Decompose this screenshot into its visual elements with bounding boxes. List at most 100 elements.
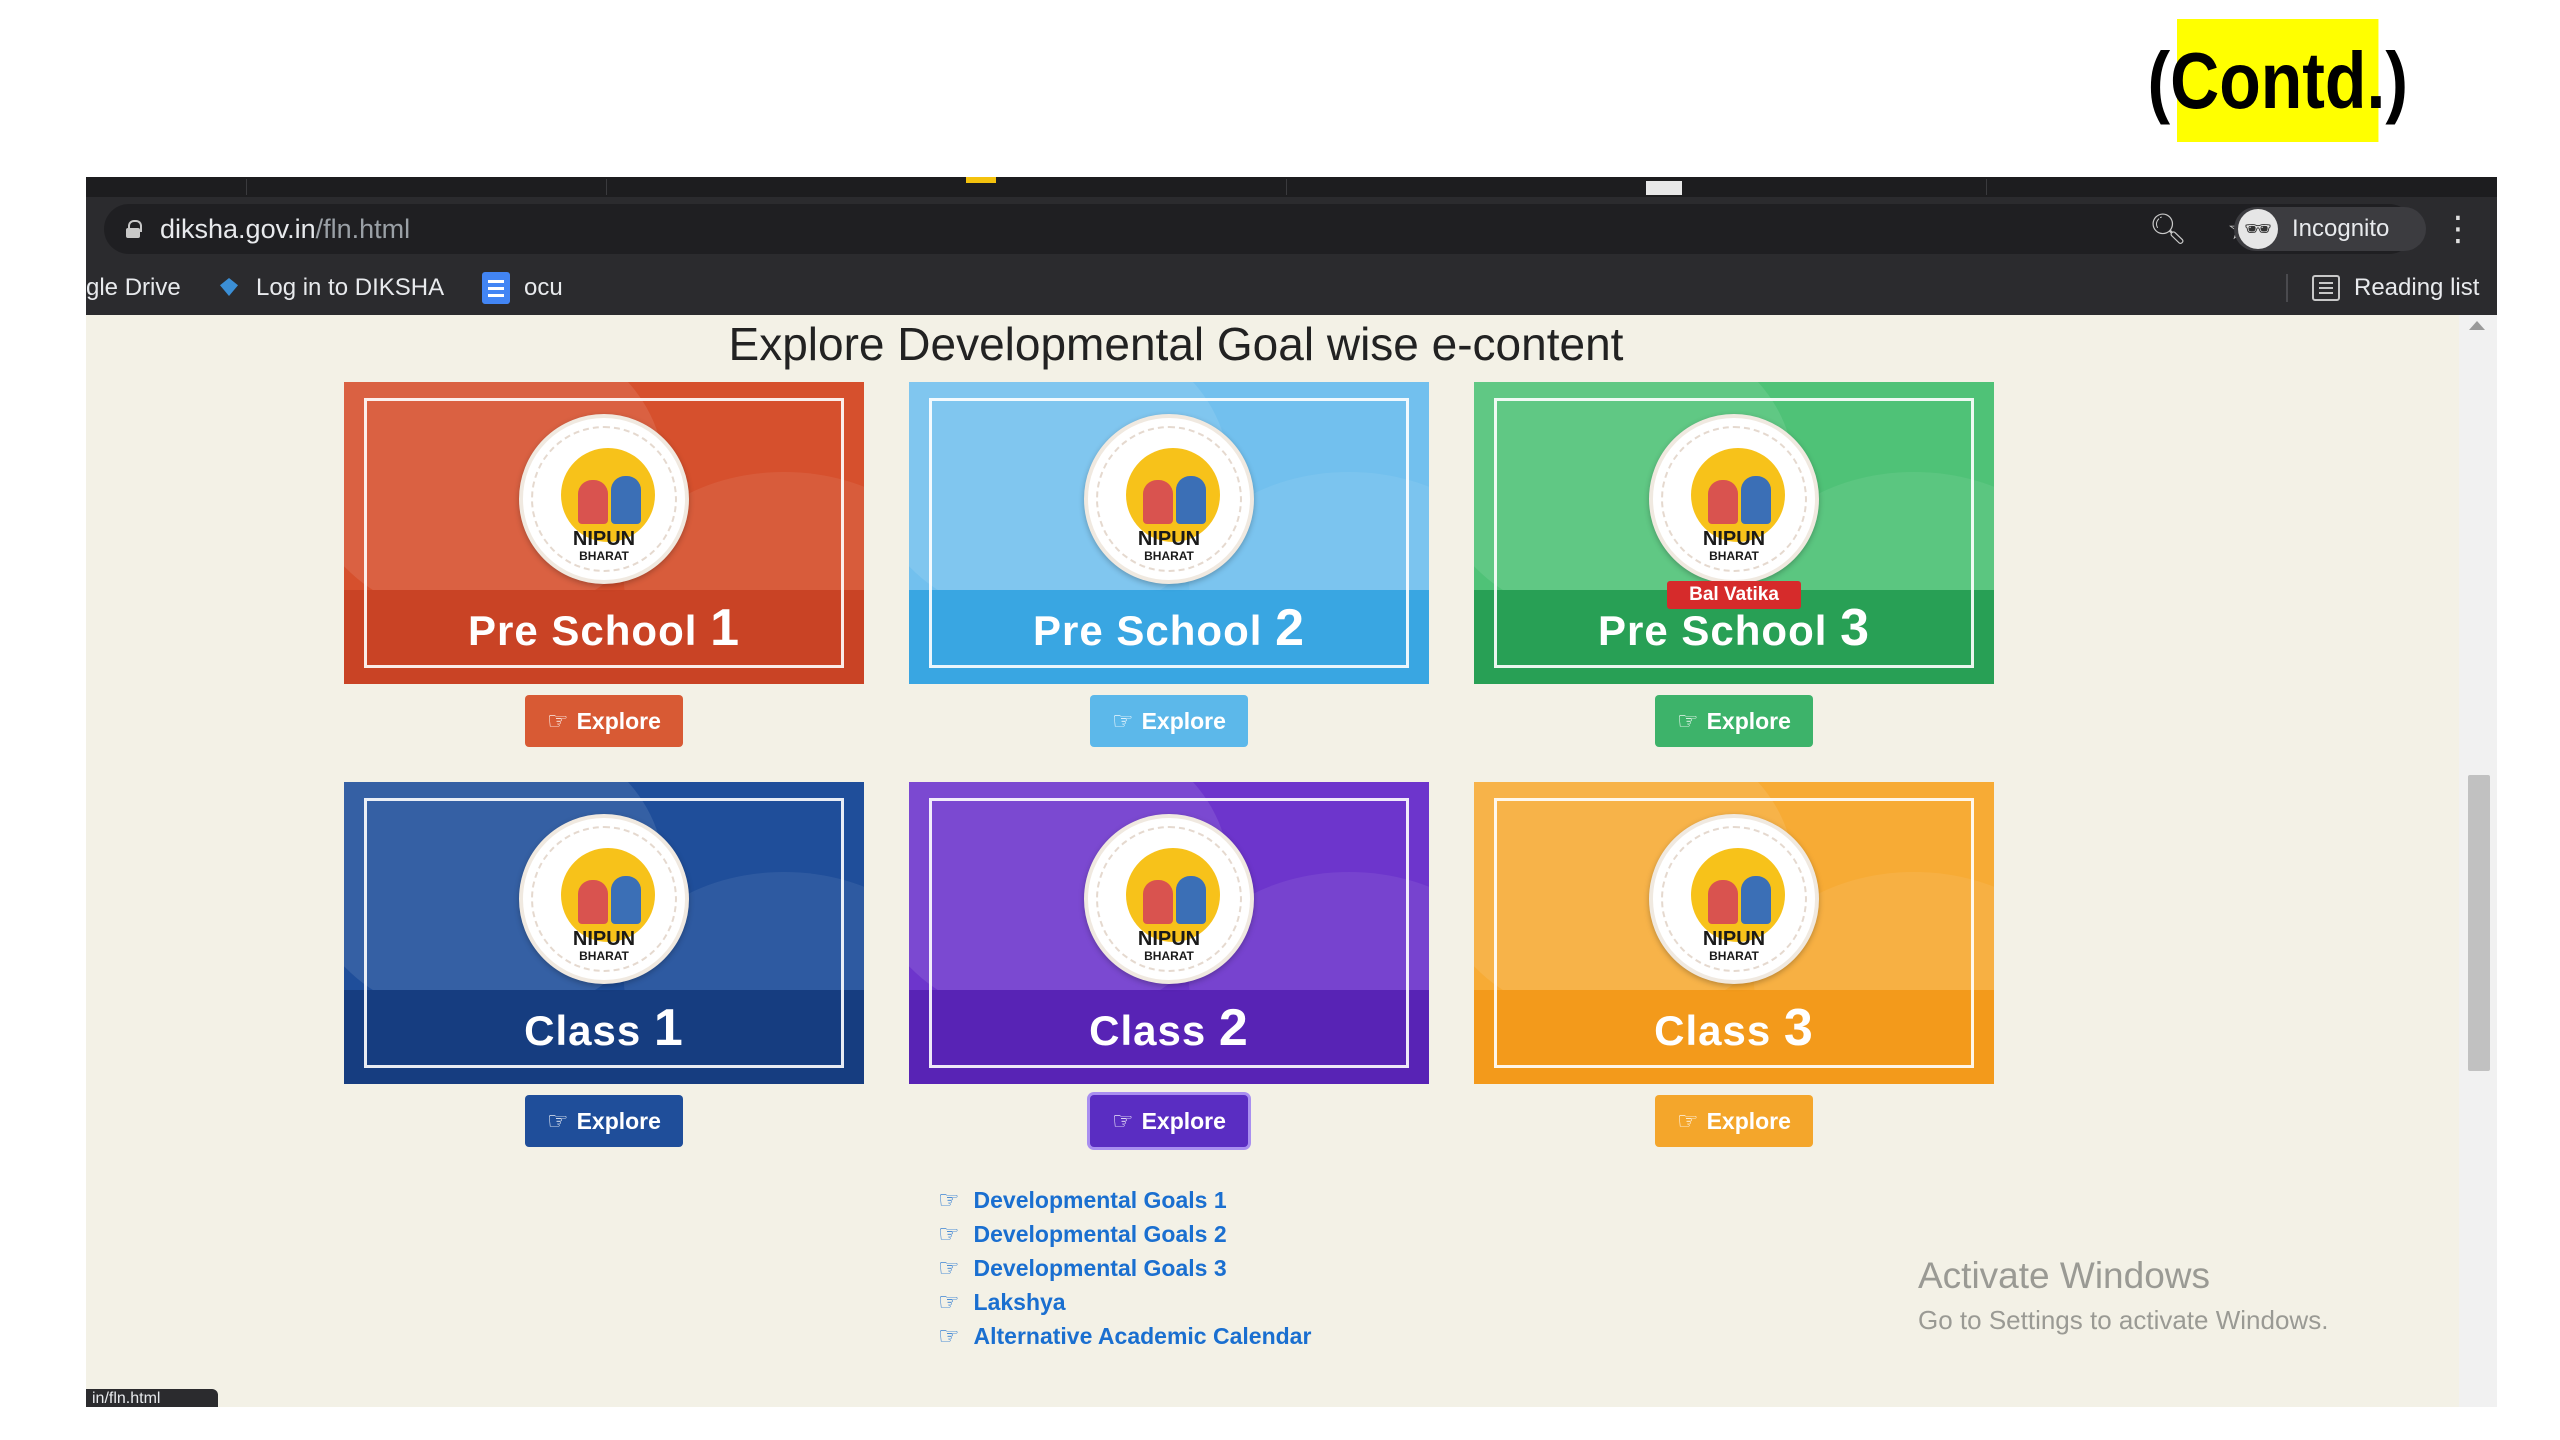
link-developmental-goals-2[interactable]: ☞ Developmental Goals 2 — [938, 1217, 1311, 1251]
tab-divider — [1286, 179, 1287, 195]
logo-child — [611, 876, 641, 924]
card-title-number: 1 — [653, 999, 684, 1057]
nipun-bharat-logo: NIPUN BHARAT — [519, 814, 689, 984]
explore-button-label: Explore — [1141, 1107, 1226, 1134]
card-title: Pre School 2 — [909, 598, 1429, 658]
link-developmental-goals-1[interactable]: ☞ Developmental Goals 1 — [938, 1183, 1311, 1217]
explore-button-class-2[interactable]: ☞ Explore — [1090, 1095, 1248, 1147]
logo-child — [1708, 880, 1738, 924]
card-pre-school-1[interactable]: NIPUN BHARAT Pre School 1 — [344, 382, 864, 684]
link-alternative-academic-calendar[interactable]: ☞ Alternative Academic Calendar — [938, 1319, 1311, 1353]
bookmarks-bar: gle Drive Log in to DIKSHA ocu Reading l… — [86, 261, 2497, 315]
hand-point-icon: ☞ — [1112, 707, 1134, 735]
bookmark-docs[interactable]: ocu — [482, 261, 563, 315]
logo-child — [1741, 476, 1771, 524]
explore-button-label: Explore — [1706, 1107, 1791, 1134]
hand-point-icon: ☞ — [938, 1186, 960, 1214]
card-class-1[interactable]: NIPUN BHARAT Class 1 — [344, 782, 864, 1084]
card-title-number: 2 — [1218, 999, 1249, 1057]
browser-window: diksha.gov.in/fln.html 🔍︎ ☆ 🕶︎ Incognito… — [86, 177, 2497, 1407]
logo-subtext: BHARAT — [1144, 949, 1194, 963]
nipun-bharat-logo: NIPUN BHARAT — [1084, 414, 1254, 584]
zoom-icon[interactable]: 🔍︎ — [2149, 212, 2187, 247]
card-title-text: Pre School — [1598, 607, 1828, 654]
logo-subtext: BHARAT — [579, 949, 629, 963]
card-title: Class 3 — [1474, 998, 1994, 1058]
card-title-number: 3 — [1783, 999, 1814, 1057]
card-title-text: Class — [524, 1007, 642, 1054]
tab-strip[interactable] — [86, 177, 2497, 197]
explore-button-pre-school-2[interactable]: ☞ Explore — [1090, 695, 1248, 747]
nipun-bharat-logo: NIPUN BHARAT — [1649, 414, 1819, 584]
tab-divider — [246, 179, 247, 195]
scroll-thumb[interactable] — [2468, 775, 2490, 1071]
link-developmental-goals-3[interactable]: ☞ Developmental Goals 3 — [938, 1251, 1311, 1285]
contd-label: (Contd.) — [2147, 19, 2408, 142]
bookmark-drive[interactable]: gle Drive — [86, 261, 181, 315]
logo-child — [1176, 476, 1206, 524]
bookmark-label: Log in to DIKSHA — [256, 274, 445, 301]
explore-button-class-3[interactable]: ☞ Explore — [1655, 1095, 1813, 1147]
logo-child — [1708, 480, 1738, 524]
hand-point-icon: ☞ — [1677, 707, 1699, 735]
hand-point-icon: ☞ — [938, 1220, 960, 1248]
active-tab[interactable] — [1646, 181, 1682, 195]
explore-button-label: Explore — [576, 1107, 661, 1134]
hand-point-icon: ☞ — [547, 707, 569, 735]
page-content: Explore Developmental Goal wise e-conten… — [86, 315, 2497, 1407]
reading-list-button[interactable]: Reading list — [2312, 261, 2479, 315]
logo-subtext: BHARAT — [1709, 949, 1759, 963]
incognito-profile-button[interactable]: 🕶︎ Incognito — [2234, 207, 2426, 251]
card-pre-school-3[interactable]: NIPUN BHARAT Bal Vatika Pre School 3 — [1474, 382, 1994, 684]
incognito-label: Incognito — [2292, 215, 2390, 242]
hand-point-icon: ☞ — [1677, 1107, 1699, 1135]
card-pre-school-2[interactable]: NIPUN BHARAT Pre School 2 — [909, 382, 1429, 684]
docs-icon — [482, 272, 510, 304]
explore-button-label: Explore — [576, 707, 661, 734]
explore-button-pre-school-3[interactable]: ☞ Explore — [1655, 695, 1813, 747]
status-url-preview: in/fln.html — [86, 1389, 218, 1407]
card-title-text: Pre School — [1033, 607, 1263, 654]
scroll-up-arrow-icon[interactable] — [2469, 321, 2485, 330]
reading-list-icon — [2312, 275, 2340, 301]
card-title-text: Class — [1089, 1007, 1207, 1054]
hand-point-icon: ☞ — [938, 1254, 960, 1282]
incognito-icon: 🕶︎ — [2238, 209, 2278, 249]
logo-child — [1176, 876, 1206, 924]
bookmark-diksha[interactable]: Log in to DIKSHA — [216, 261, 444, 315]
logo-child — [578, 880, 608, 924]
activate-windows-watermark: Activate Windows Go to Settings to activ… — [1918, 1255, 2328, 1336]
card-title: Class 2 — [909, 998, 1429, 1058]
card-title: Pre School 1 — [344, 598, 864, 658]
url-host: diksha.gov.in — [160, 213, 316, 244]
logo-child — [1741, 876, 1771, 924]
logo-child — [578, 480, 608, 524]
logo-text: NIPUN — [572, 528, 636, 550]
tab-divider — [606, 179, 607, 195]
lock-icon[interactable] — [126, 220, 142, 238]
card-class-3[interactable]: NIPUN BHARAT Class 3 — [1474, 782, 1994, 1084]
hand-point-icon: ☞ — [1112, 1107, 1134, 1135]
explore-button-pre-school-1[interactable]: ☞ Explore — [525, 695, 683, 747]
card-title: Class 1 — [344, 998, 864, 1058]
nipun-bharat-logo: NIPUN BHARAT — [1084, 814, 1254, 984]
page-title: Explore Developmental Goal wise e-conten… — [728, 318, 1624, 370]
kebab-menu-icon[interactable]: ⋮ — [2441, 207, 2475, 251]
nipun-bharat-logo: NIPUN BHARAT — [1649, 814, 1819, 984]
vertical-scrollbar[interactable] — [2459, 315, 2497, 1407]
tab-favicon[interactable] — [966, 177, 996, 183]
link-lakshya[interactable]: ☞ Lakshya — [938, 1285, 1311, 1319]
tab-divider — [1986, 179, 1987, 195]
bookmark-label: gle Drive — [86, 274, 181, 301]
bookmark-label: ocu — [524, 274, 563, 301]
explore-button-class-1[interactable]: ☞ Explore — [525, 1095, 683, 1147]
card-class-2[interactable]: NIPUN BHARAT Class 2 — [909, 782, 1429, 1084]
address-bar[interactable]: diksha.gov.in/fln.html 🔍︎ ☆ — [104, 204, 2414, 254]
card-title-number: 2 — [1275, 599, 1305, 657]
logo-text: NIPUN — [1137, 528, 1201, 550]
card-title-text: Class — [1654, 1007, 1772, 1054]
logo-subtext: BHARAT — [1144, 549, 1194, 563]
logo-text: NIPUN — [1137, 928, 1201, 950]
explore-button-label: Explore — [1141, 707, 1226, 734]
logo-text: NIPUN — [572, 928, 636, 950]
